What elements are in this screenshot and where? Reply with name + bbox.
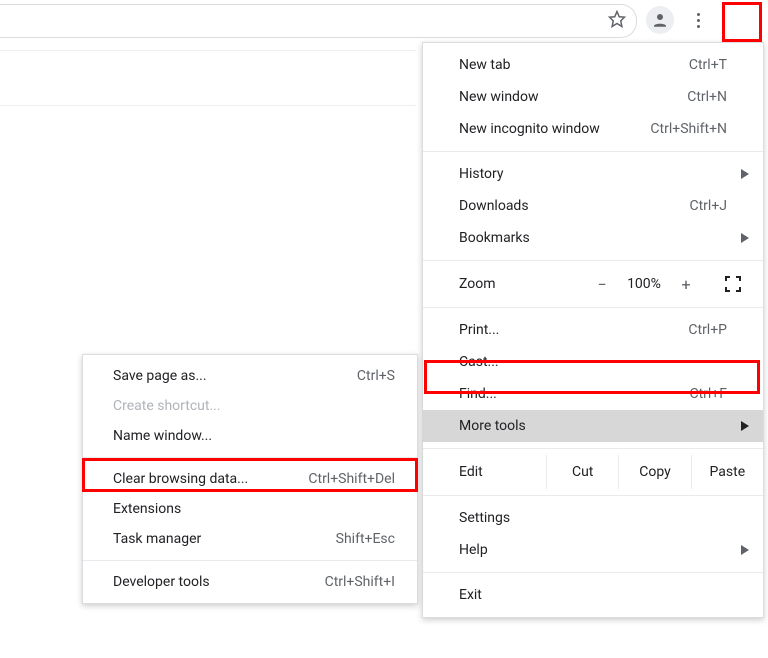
menu-shortcut: Ctrl+F [689,378,727,410]
submenu-shortcut: Shift+Esc [336,524,395,554]
more-tools-submenu: Save page as... Ctrl+S Create shortcut..… [82,354,418,604]
menu-label: Print... [459,322,499,338]
submenu-item-clear-browsing-data[interactable]: Clear browsing data... Ctrl+Shift+Del [83,464,417,494]
menu-separator [423,151,763,152]
menu-separator [423,572,763,573]
submenu-item-developer-tools[interactable]: Developer tools Ctrl+Shift+I [83,567,417,597]
menu-item-new-tab[interactable]: New tab Ctrl+T [423,49,763,81]
submenu-item-extensions[interactable]: Extensions [83,494,417,524]
submenu-label: Developer tools [113,574,210,590]
menu-item-edit: Edit Cut Copy Paste [423,455,763,489]
menu-separator [423,260,763,261]
page-header-strip [0,50,416,106]
submenu-arrow-icon [741,421,749,431]
menu-item-more-tools[interactable]: More tools [423,410,763,442]
zoom-value: 100% [617,276,671,292]
menu-item-bookmarks[interactable]: Bookmarks [423,222,763,254]
menu-separator [423,448,763,449]
menu-item-zoom: Zoom − 100% + [423,267,763,301]
menu-shortcut: Ctrl+J [689,190,727,222]
menu-label: New window [459,89,538,105]
bookmark-star-icon[interactable] [608,10,626,32]
submenu-separator [83,560,417,561]
menu-item-print[interactable]: Print... Ctrl+P [423,314,763,346]
menu-item-history[interactable]: History [423,158,763,190]
zoom-in-button[interactable]: + [671,275,701,294]
menu-label: Find... [459,386,497,402]
menu-item-incognito[interactable]: New incognito window Ctrl+Shift+N [423,113,763,145]
kebab-icon [697,13,700,28]
submenu-shortcut: Ctrl+Shift+I [325,567,395,597]
menu-label: Exit [459,587,482,603]
submenu-separator [83,457,417,458]
menu-separator [423,495,763,496]
edit-copy-button[interactable]: Copy [619,455,691,489]
account-icon[interactable] [646,6,674,34]
edit-paste-button[interactable]: Paste [692,455,763,489]
menu-item-cast[interactable]: Cast... [423,346,763,378]
submenu-item-save-page[interactable]: Save page as... Ctrl+S [83,361,417,391]
main-menu: New tab Ctrl+T New window Ctrl+N New inc… [422,42,764,618]
submenu-shortcut: Ctrl+S [357,361,395,391]
submenu-label: Task manager [113,531,201,547]
submenu-item-create-shortcut: Create shortcut... [83,391,417,421]
menu-label: Settings [459,510,510,526]
browser-toolbar [0,0,768,40]
submenu-arrow-icon [741,169,749,179]
menu-label: New incognito window [459,121,600,137]
menu-item-downloads[interactable]: Downloads Ctrl+J [423,190,763,222]
menu-label: Downloads [459,198,529,214]
submenu-item-task-manager[interactable]: Task manager Shift+Esc [83,524,417,554]
submenu-shortcut: Ctrl+Shift+Del [308,464,395,494]
edit-label: Edit [423,455,547,489]
menu-label: Bookmarks [459,230,530,246]
submenu-label: Name window... [113,428,212,444]
menu-label: New tab [459,57,510,73]
edit-cut-button[interactable]: Cut [547,455,619,489]
menu-separator [423,307,763,308]
menu-item-settings[interactable]: Settings [423,502,763,534]
menu-shortcut: Ctrl+Shift+N [650,113,727,145]
menu-label: Help [459,542,488,558]
submenu-arrow-icon [741,233,749,243]
fullscreen-button[interactable] [717,272,749,296]
menu-shortcut: Ctrl+P [688,314,727,346]
more-menu-button[interactable] [684,6,712,34]
zoom-out-button[interactable]: − [587,275,617,294]
menu-shortcut: Ctrl+T [689,49,727,81]
menu-label: More tools [459,418,526,434]
menu-shortcut: Ctrl+N [687,81,727,113]
submenu-arrow-icon [741,545,749,555]
menu-item-help[interactable]: Help [423,534,763,566]
submenu-label: Save page as... [113,368,207,384]
submenu-label: Extensions [113,501,181,517]
menu-label: Cast... [459,354,499,370]
menu-item-new-window[interactable]: New window Ctrl+N [423,81,763,113]
menu-item-exit[interactable]: Exit [423,579,763,611]
zoom-label: Zoom [459,276,496,292]
submenu-label: Create shortcut... [113,398,221,414]
submenu-label: Clear browsing data... [113,471,248,487]
menu-label: History [459,166,504,182]
submenu-item-name-window[interactable]: Name window... [83,421,417,451]
address-bar[interactable] [0,4,637,38]
menu-item-find[interactable]: Find... Ctrl+F [423,378,763,410]
